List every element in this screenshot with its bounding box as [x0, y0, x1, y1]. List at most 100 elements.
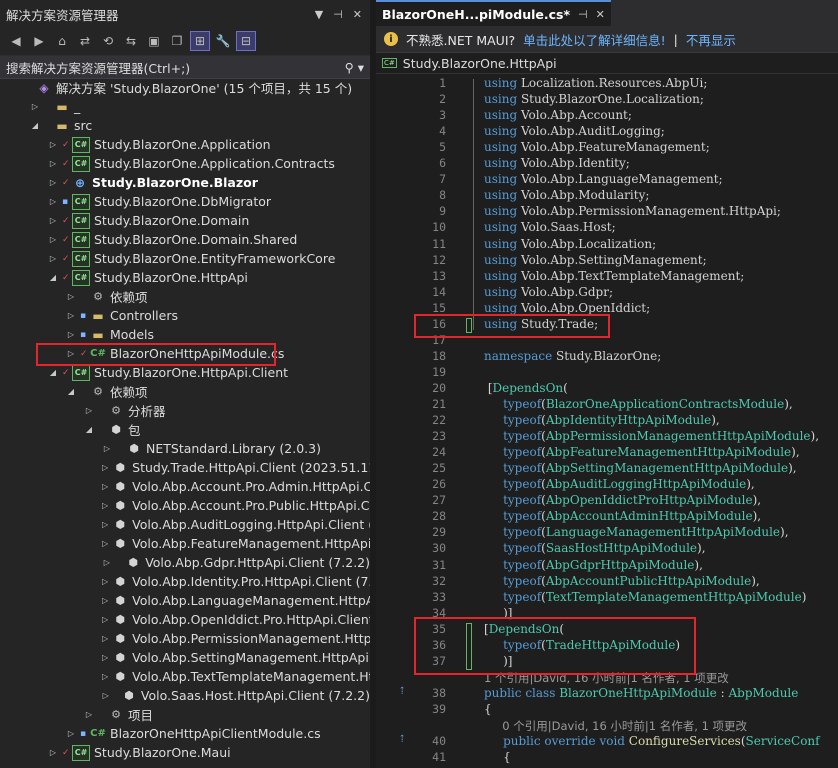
collapsed-arrow-icon[interactable]: ▷ [102, 539, 108, 548]
collapsed-arrow-icon[interactable]: ▷ [48, 254, 58, 263]
collapsed-arrow-icon[interactable]: ▷ [102, 501, 108, 510]
collapsed-arrow-icon[interactable]: ▷ [66, 292, 76, 301]
tree-item[interactable]: ▷ ⬢ NETStandard.Library (2.0.3) [0, 439, 370, 458]
expanded-arrow-icon[interactable]: ◢ [84, 425, 94, 434]
implementation-glyph-icon[interactable]: ⇡ [398, 734, 406, 745]
collapsed-arrow-icon[interactable]: ▷ [84, 406, 94, 415]
collapsed-arrow-icon[interactable]: ▷ [102, 653, 108, 662]
collapse-all-icon[interactable]: ▣ [144, 31, 164, 51]
collapsed-arrow-icon[interactable]: ▷ [102, 577, 108, 586]
collapsed-arrow-icon[interactable]: ▷ [102, 615, 108, 624]
properties-icon[interactable]: 🔧 [213, 31, 233, 51]
history-icon[interactable]: ⟲ [98, 31, 118, 51]
collapsed-arrow-icon[interactable]: ▷ [48, 178, 58, 187]
tree-item[interactable]: ▷ ⬢ Volo.Abp.AuditLogging.HttpApi.Client (… [0, 515, 370, 534]
close-tab-icon[interactable]: ✕ [596, 8, 605, 21]
line-number: 6 [439, 156, 446, 171]
tree-item[interactable]: ▷ ⬢ Volo.Abp.TextTemplateManagement.Http. [0, 667, 370, 686]
back-icon[interactable]: ◀ [6, 31, 26, 51]
collapsed-arrow-icon[interactable]: ▷ [66, 311, 76, 320]
checked-in-icon: ✓ [62, 234, 70, 245]
tree-item[interactable]: ▷ ⚙ 项目 [0, 705, 370, 724]
sync-icon[interactable]: ⇆ [121, 31, 141, 51]
namespace-dropdown[interactable]: Study.BlazorOne.HttpApi [403, 56, 557, 71]
preview-selected-icon[interactable]: ⊟ [236, 31, 256, 51]
collapsed-arrow-icon[interactable]: ▷ [48, 140, 58, 149]
tree-item[interactable]: ▷ ✓ C# Study.BlazorOne.Application.Contract… [0, 154, 370, 173]
tree-item[interactable]: ▷ ✓ C# Study.BlazorOne.Domain [0, 211, 370, 230]
code-lens[interactable]: 0 个引用|David, 16 小时前|1 名作者, 1 项更改 [376, 718, 838, 734]
expanded-arrow-icon[interactable]: ◢ [30, 121, 40, 130]
close-icon[interactable]: ✕ [353, 8, 362, 21]
tree-item[interactable]: ▷ ▪ ▬ Models [0, 325, 370, 344]
collapsed-arrow-icon[interactable]: ▷ [102, 444, 112, 453]
collapsed-arrow-icon[interactable]: ▷ [102, 672, 108, 681]
collapsed-arrow-icon[interactable]: ▷ [102, 596, 108, 605]
code-lens-text[interactable]: 0 个引用|David, 16 小时前|1 名作者, 1 项更改 [484, 718, 747, 734]
tree-item[interactable]: ▷ ⬢ Volo.Abp.Account.Pro.Public.HttpApi.Cl… [0, 496, 370, 515]
expanded-arrow-icon[interactable]: ◢ [48, 368, 58, 377]
tree-item[interactable]: ◈ 解决方案 'Study.BlazorOne' (15 个项目，共 15 个) [0, 78, 370, 97]
home-icon[interactable]: ⌂ [52, 31, 72, 51]
navigation-bar[interactable]: C# Study.BlazorOne.HttpApi [376, 53, 838, 74]
tree-item[interactable]: ▷ ⬢ Volo.Abp.Gdpr.HttpApi.Client (7.2.2) [0, 553, 370, 572]
expanded-arrow-icon[interactable]: ◢ [48, 273, 58, 282]
collapsed-arrow-icon[interactable]: ▷ [102, 520, 108, 529]
collapsed-arrow-icon[interactable]: ▷ [102, 634, 108, 643]
tree-item[interactable]: ▷ ▪ C# Study.BlazorOne.DbMigrator [0, 192, 370, 211]
tree-item[interactable]: ▷ ✓ C# Study.BlazorOne.Domain.Shared [0, 230, 370, 249]
dont-show-again-link[interactable]: 不再显示 [686, 30, 736, 49]
tree-item[interactable]: ▷ ⬢ Volo.Abp.Account.Pro.Admin.HttpApi.Cli… [0, 477, 370, 496]
implementation-glyph-icon[interactable]: ⇡ [398, 686, 406, 697]
tree-item[interactable]: ▷ ✓ C# Study.BlazorOne.Application [0, 135, 370, 154]
tree-item[interactable]: ▷ ✓ ⊕ Study.BlazorOne.Blazor [0, 173, 370, 192]
pin-tab-icon[interactable]: ⊣ [578, 8, 588, 21]
tree-item[interactable]: ◢ ▬ src [0, 116, 370, 135]
collapsed-arrow-icon[interactable]: ▷ [48, 216, 58, 225]
tree-item[interactable]: ▷ ⬢ Volo.Abp.SettingManagement.HttpApi.Cli [0, 648, 370, 667]
collapsed-arrow-icon[interactable]: ▷ [48, 197, 58, 206]
switch-views-icon[interactable]: ⇄ [75, 31, 95, 51]
solution-search-box[interactable]: 搜索解决方案资源管理器(Ctrl+;) ⚲ ▾ [0, 55, 370, 79]
tree-item[interactable]: ▷ ⬢ Study.Trade.HttpApi.Client (2023.51.11… [0, 458, 370, 477]
collapsed-arrow-icon[interactable]: ▷ [66, 330, 76, 339]
code-text: using Volo.Saas.Host; [484, 220, 616, 235]
tree-item[interactable]: ▷ ▪ C# BlazorOneHttpApiClientModule.cs [0, 724, 370, 743]
collapsed-arrow-icon[interactable]: ▷ [102, 691, 109, 700]
tree-item[interactable]: ▷ ⬢ Volo.Abp.Identity.Pro.HttpApi.Client (… [0, 572, 370, 591]
collapsed-arrow-icon[interactable]: ▷ [30, 102, 40, 111]
collapsed-arrow-icon[interactable]: ▷ [48, 159, 58, 168]
pin-icon[interactable]: ⊣ [333, 8, 343, 21]
tree-item[interactable]: ▷ ⚙ 依赖项 [0, 287, 370, 306]
tree-item[interactable]: ◢ ⬢ 包 [0, 420, 370, 439]
code-line: 1 using Localization.Resources.AbpUi; [376, 76, 838, 92]
pending-changes-filter-icon[interactable]: ⊞ [190, 31, 210, 51]
tree-item[interactable]: ▷ ⬢ Volo.Abp.FeatureManagement.HttpApi.Cli [0, 534, 370, 553]
tree-item[interactable]: ▷ ⬢ Volo.Abp.LanguageManagement.HttpApi. [0, 591, 370, 610]
tree-item[interactable]: ▷ ✓ C# Study.BlazorOne.EntityFrameworkCore [0, 249, 370, 268]
code-area[interactable]: 1 using Localization.Resources.AbpUi; 2 usi… [376, 74, 838, 768]
tree-item[interactable]: ▷ ⬢ Volo.Saas.Host.HttpApi.Client (7.2.2) [0, 686, 370, 705]
collapsed-arrow-icon[interactable]: ▷ [102, 463, 108, 472]
tree-item[interactable]: ▷ ✓ C# Study.BlazorOne.Maui [0, 743, 370, 762]
tree-item[interactable]: ▷ ⬢ Volo.Abp.OpenIddict.Pro.HttpApi.Client… [0, 610, 370, 629]
collapsed-arrow-icon[interactable]: ▷ [48, 748, 58, 757]
tree-item[interactable]: ▷ ⬢ Volo.Abp.PermissionManagement.HttpAp [0, 629, 370, 648]
tree-item[interactable]: ▷ ⚙ 分析器 [0, 401, 370, 420]
learn-more-link[interactable]: 单击此处以了解详细信息! [523, 30, 666, 49]
collapsed-arrow-icon[interactable]: ▷ [102, 482, 108, 491]
collapsed-arrow-icon[interactable]: ▷ [84, 710, 94, 719]
tree-item[interactable]: ▷ ▬ _ [0, 97, 370, 116]
tree-item[interactable]: ◢ ✓ C# Study.BlazorOne.HttpApi [0, 268, 370, 287]
forward-icon[interactable]: ▶ [29, 31, 49, 51]
tree-item[interactable]: ◢ ⚙ 依赖项 [0, 382, 370, 401]
tab-blazoronehttpapimodule[interactable]: BlazorOneH...piModule.cs* ⊣ ✕ [376, 0, 611, 26]
expanded-arrow-icon[interactable]: ◢ [66, 387, 76, 396]
tree-item[interactable]: ▷ ▪ ▬ Controllers [0, 306, 370, 325]
collapsed-arrow-icon[interactable]: ▷ [48, 235, 58, 244]
dropdown-arrow-icon[interactable]: ▼ [315, 8, 323, 21]
collapsed-arrow-icon[interactable]: ▷ [102, 558, 112, 567]
show-all-files-icon[interactable]: ❐ [167, 31, 187, 51]
search-icon[interactable]: ⚲ ▾ [345, 60, 364, 75]
collapsed-arrow-icon[interactable]: ▷ [66, 729, 76, 738]
